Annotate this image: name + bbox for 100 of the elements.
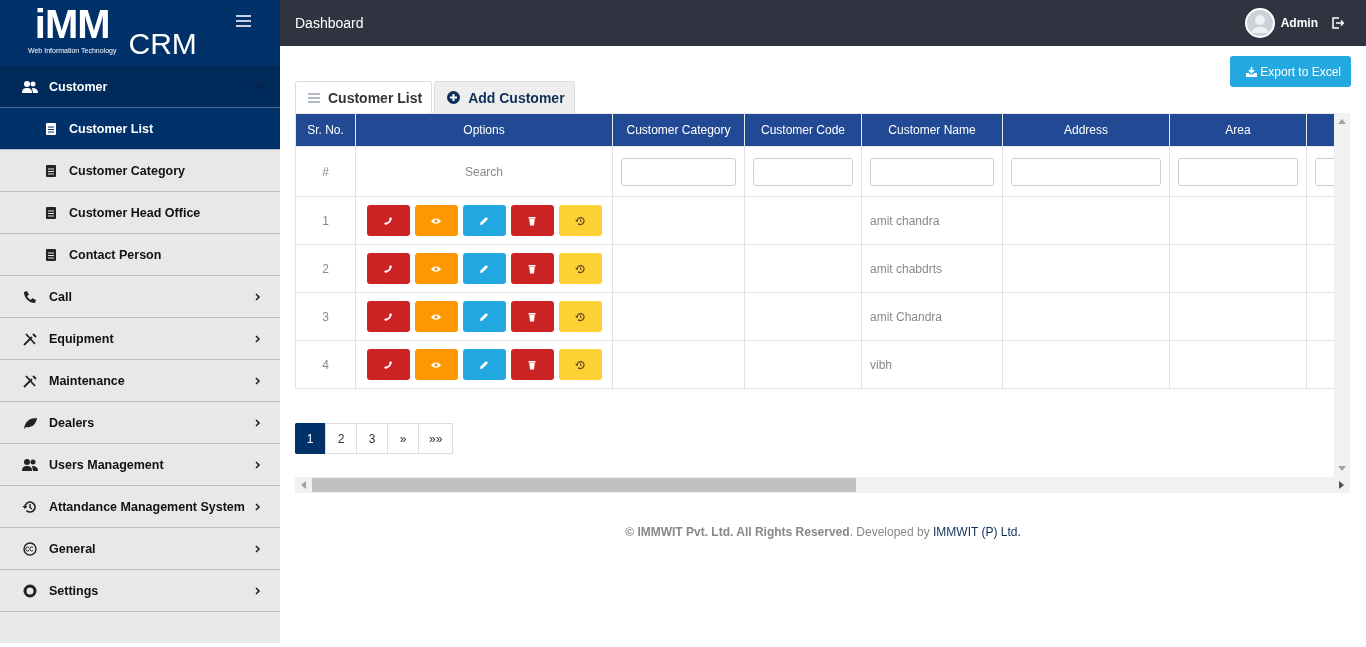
sidebar-item-label: Call bbox=[49, 289, 73, 304]
page-link[interactable]: » bbox=[387, 423, 419, 454]
sidebar-item[interactable]: Attandance Management System bbox=[0, 486, 280, 528]
sidebar-item-label: Attandance Management System bbox=[49, 499, 246, 514]
trash-icon bbox=[527, 215, 537, 226]
avatar-icon[interactable] bbox=[1244, 8, 1275, 38]
call-button[interactable] bbox=[366, 349, 410, 380]
history-button[interactable] bbox=[558, 253, 602, 284]
scroll-left-icon[interactable] bbox=[301, 481, 306, 489]
eye-icon bbox=[431, 311, 441, 322]
sidebar-item-label: Users Management bbox=[49, 457, 165, 472]
call-button[interactable] bbox=[366, 253, 410, 284]
eye-icon bbox=[431, 215, 441, 226]
chevron-right-icon bbox=[254, 586, 262, 595]
sidebar-item[interactable]: Users Management bbox=[0, 444, 280, 486]
filter-input[interactable] bbox=[1011, 157, 1161, 186]
sidebar-item-label: General bbox=[49, 541, 97, 556]
list-icon bbox=[308, 92, 320, 103]
filter-input[interactable] bbox=[1178, 157, 1298, 186]
phone-icon bbox=[383, 263, 393, 274]
sidebar-item-label: Maintenance bbox=[49, 373, 126, 388]
users-icon bbox=[22, 79, 38, 94]
page-link[interactable]: »» bbox=[418, 423, 454, 454]
chevron-right-icon bbox=[254, 544, 262, 553]
edit-button[interactable] bbox=[462, 253, 506, 284]
sidebar-item-label: Equipment bbox=[49, 331, 115, 346]
history-icon bbox=[22, 499, 38, 514]
chevron-right-icon bbox=[254, 460, 262, 469]
page-title: Dashboard bbox=[295, 15, 364, 31]
product-name: CRM bbox=[128, 28, 197, 60]
history-icon bbox=[575, 311, 585, 322]
scroll-down-icon[interactable] bbox=[1338, 466, 1346, 471]
eye-icon bbox=[431, 263, 441, 274]
menu-icon[interactable] bbox=[236, 15, 251, 27]
page-link[interactable]: 3 bbox=[356, 423, 388, 454]
tab[interactable]: Add Customer bbox=[434, 81, 575, 113]
table-cell: amit Chandra bbox=[870, 309, 943, 324]
tab[interactable]: Customer List bbox=[295, 81, 433, 113]
phone-icon bbox=[383, 311, 393, 322]
user-name[interactable]: Admin bbox=[1280, 16, 1318, 30]
history-icon bbox=[575, 359, 585, 370]
sidebar-item-label: Dealers bbox=[49, 415, 96, 430]
chevron-right-icon bbox=[254, 502, 262, 511]
filter-input[interactable] bbox=[621, 157, 736, 186]
submenu-item[interactable]: Customer List bbox=[0, 108, 280, 150]
submenu-item[interactable]: Customer Category bbox=[0, 150, 280, 192]
sidebar-item[interactable]: Settings bbox=[0, 570, 280, 612]
logout-icon[interactable] bbox=[1332, 17, 1344, 29]
sidebar-item[interactable]: Customer bbox=[0, 66, 280, 108]
edit-button[interactable] bbox=[462, 205, 506, 236]
call-button[interactable] bbox=[366, 205, 410, 236]
chevron-right-icon bbox=[254, 334, 262, 343]
vertical-scrollbar[interactable] bbox=[1334, 113, 1350, 477]
table-cell: 1 bbox=[322, 213, 329, 228]
document-icon bbox=[46, 248, 56, 261]
history-button[interactable] bbox=[558, 349, 602, 380]
footer-link[interactable]: IMMWIT (P) Ltd. bbox=[933, 525, 1021, 539]
call-button[interactable] bbox=[366, 301, 410, 332]
scroll-up-icon[interactable] bbox=[1338, 119, 1346, 124]
scrollbar-thumb[interactable] bbox=[312, 478, 856, 492]
logo-mark: iMM bbox=[34, 2, 110, 46]
delete-button[interactable] bbox=[510, 205, 554, 236]
sidebar-item[interactable]: Call bbox=[0, 276, 280, 318]
edit-button[interactable] bbox=[462, 301, 506, 332]
submenu-item[interactable]: Customer Head Office bbox=[0, 192, 280, 234]
document-icon bbox=[46, 122, 56, 135]
users-icon bbox=[22, 457, 38, 472]
horizontal-scrollbar[interactable] bbox=[295, 477, 1350, 493]
filter-input[interactable] bbox=[753, 157, 853, 186]
table-cell: 4 bbox=[322, 357, 329, 372]
leaf-icon bbox=[22, 415, 38, 430]
table-cell: 3 bbox=[322, 309, 329, 324]
table-cell: 2 bbox=[322, 261, 329, 276]
trash-icon bbox=[527, 359, 537, 370]
sidebar-item[interactable]: Equipment bbox=[0, 318, 280, 360]
delete-button[interactable] bbox=[510, 253, 554, 284]
sidebar-item[interactable]: Dealers bbox=[0, 402, 280, 444]
scroll-right-icon[interactable] bbox=[1339, 481, 1344, 489]
history-button[interactable] bbox=[558, 205, 602, 236]
tools-icon bbox=[22, 373, 38, 388]
history-button[interactable] bbox=[558, 301, 602, 332]
chevron-right-icon bbox=[254, 292, 262, 301]
filter-input[interactable] bbox=[870, 157, 994, 186]
delete-button[interactable] bbox=[510, 349, 554, 380]
delete-button[interactable] bbox=[510, 301, 554, 332]
chevron-right-icon bbox=[254, 376, 262, 385]
plus-circle-icon bbox=[447, 91, 461, 104]
column-header: Customer Category bbox=[626, 123, 731, 137]
page-link[interactable]: 1 bbox=[295, 423, 326, 454]
edit-button[interactable] bbox=[462, 349, 506, 380]
pencil-icon bbox=[479, 215, 489, 226]
submenu-item[interactable]: Contact Person bbox=[0, 234, 280, 276]
page-link[interactable]: 2 bbox=[325, 423, 357, 454]
history-icon bbox=[575, 263, 585, 274]
phone-icon bbox=[22, 289, 38, 304]
sidebar-item[interactable]: Maintenance bbox=[0, 360, 280, 402]
pencil-icon bbox=[479, 359, 489, 370]
column-header: Customer Name bbox=[888, 123, 976, 137]
column-header: Sr. No. bbox=[307, 123, 344, 137]
sidebar-item[interactable]: General bbox=[0, 528, 280, 570]
